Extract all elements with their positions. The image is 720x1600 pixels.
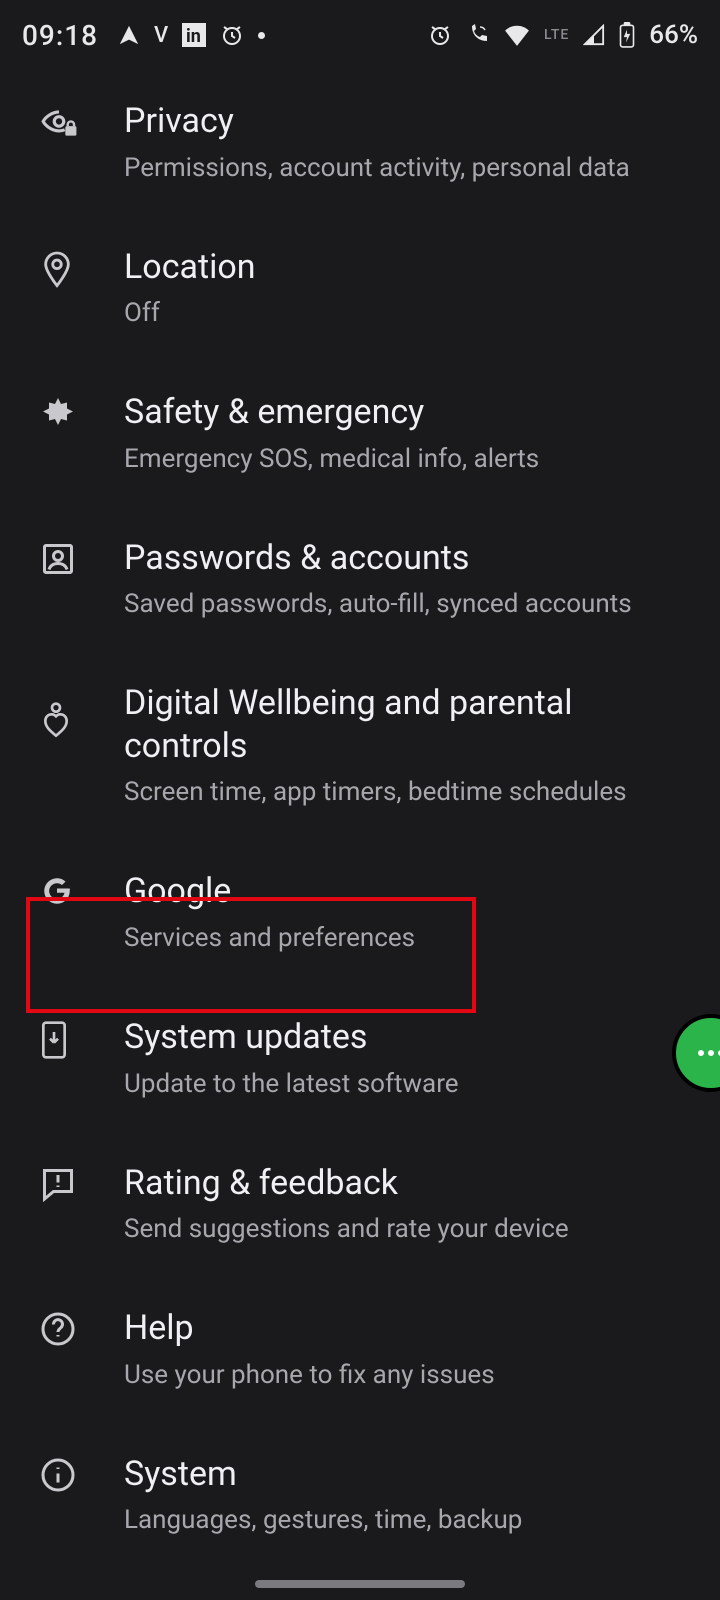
more-dots-icon bbox=[698, 1050, 720, 1056]
settings-item-location[interactable]: Location Off bbox=[0, 216, 720, 362]
settings-item-title: System bbox=[124, 1453, 688, 1496]
status-bar: 09:18 V in LTE bbox=[0, 0, 720, 60]
settings-item-passwords[interactable]: Passwords & accounts Saved passwords, au… bbox=[0, 507, 720, 653]
settings-item-title: Digital Wellbeing and parental controls bbox=[124, 682, 688, 767]
wellbeing-icon bbox=[40, 682, 124, 740]
settings-item-title: Rating & feedback bbox=[124, 1162, 688, 1205]
status-left: 09:18 V in bbox=[22, 19, 265, 52]
status-right: LTE 66% bbox=[428, 20, 698, 50]
location-icon bbox=[40, 246, 124, 290]
settings-item-system[interactable]: System Languages, gestures, time, backup bbox=[0, 1423, 720, 1569]
settings-item-help[interactable]: Help Use your phone to fix any issues bbox=[0, 1277, 720, 1423]
settings-item-title: Location bbox=[124, 246, 688, 289]
settings-item-subtitle: Screen time, app timers, bedtime schedul… bbox=[124, 775, 688, 810]
settings-item-subtitle: Update to the latest software bbox=[124, 1067, 688, 1102]
battery-icon bbox=[619, 22, 635, 48]
v-icon: V bbox=[154, 23, 168, 48]
settings-item-subtitle: Permissions, account activity, personal … bbox=[124, 151, 688, 186]
signal-icon bbox=[583, 24, 605, 46]
settings-item-subtitle: Services and preferences bbox=[124, 921, 688, 956]
wifi-calling-icon bbox=[466, 23, 490, 47]
settings-item-title: Google bbox=[124, 870, 688, 913]
settings-item-subtitle: Languages, gestures, time, backup bbox=[124, 1503, 688, 1538]
settings-item-subtitle: Off bbox=[124, 296, 688, 331]
settings-item-subtitle: Send suggestions and rate your device bbox=[124, 1212, 688, 1247]
feedback-icon bbox=[40, 1162, 124, 1202]
settings-item-subtitle: Saved passwords, auto-fill, synced accou… bbox=[124, 587, 688, 622]
settings-item-system-updates[interactable]: System updates Update to the latest soft… bbox=[0, 986, 720, 1132]
safety-icon bbox=[40, 391, 124, 431]
alarm-icon bbox=[220, 23, 244, 47]
settings-item-title: Privacy bbox=[124, 100, 688, 143]
linkedin-icon: in bbox=[182, 23, 206, 47]
settings-item-feedback[interactable]: Rating & feedback Send suggestions and r… bbox=[0, 1132, 720, 1278]
settings-item-subtitle: Use your phone to fix any issues bbox=[124, 1358, 688, 1393]
settings-item-title: Help bbox=[124, 1307, 688, 1350]
info-icon bbox=[40, 1453, 124, 1493]
more-notifications-dot bbox=[258, 32, 265, 39]
settings-item-safety[interactable]: Safety & emergency Emergency SOS, medica… bbox=[0, 361, 720, 507]
google-icon bbox=[40, 870, 124, 908]
settings-item-wellbeing[interactable]: Digital Wellbeing and parental controls … bbox=[0, 652, 720, 840]
settings-item-privacy[interactable]: Privacy Permissions, account activity, p… bbox=[0, 70, 720, 216]
gesture-nav-bar[interactable] bbox=[255, 1580, 465, 1588]
battery-percent: 66% bbox=[649, 20, 698, 50]
alarm-status-icon bbox=[428, 23, 452, 47]
settings-item-subtitle: Emergency SOS, medical info, alerts bbox=[124, 442, 688, 477]
status-clock: 09:18 bbox=[22, 19, 98, 52]
send-icon bbox=[118, 24, 140, 46]
settings-list: Privacy Permissions, account activity, p… bbox=[0, 60, 720, 1600]
help-icon bbox=[40, 1307, 124, 1347]
settings-item-google[interactable]: Google Services and preferences bbox=[0, 840, 720, 986]
system-updates-icon bbox=[40, 1016, 124, 1060]
wifi-icon bbox=[504, 24, 530, 46]
accounts-icon bbox=[40, 537, 124, 577]
settings-item-title: System updates bbox=[124, 1016, 688, 1059]
lte-label: LTE bbox=[544, 27, 569, 43]
settings-item-title: Safety & emergency bbox=[124, 391, 688, 434]
svg-text:in: in bbox=[186, 26, 201, 47]
privacy-icon bbox=[40, 100, 124, 142]
settings-item-title: Passwords & accounts bbox=[124, 537, 688, 580]
